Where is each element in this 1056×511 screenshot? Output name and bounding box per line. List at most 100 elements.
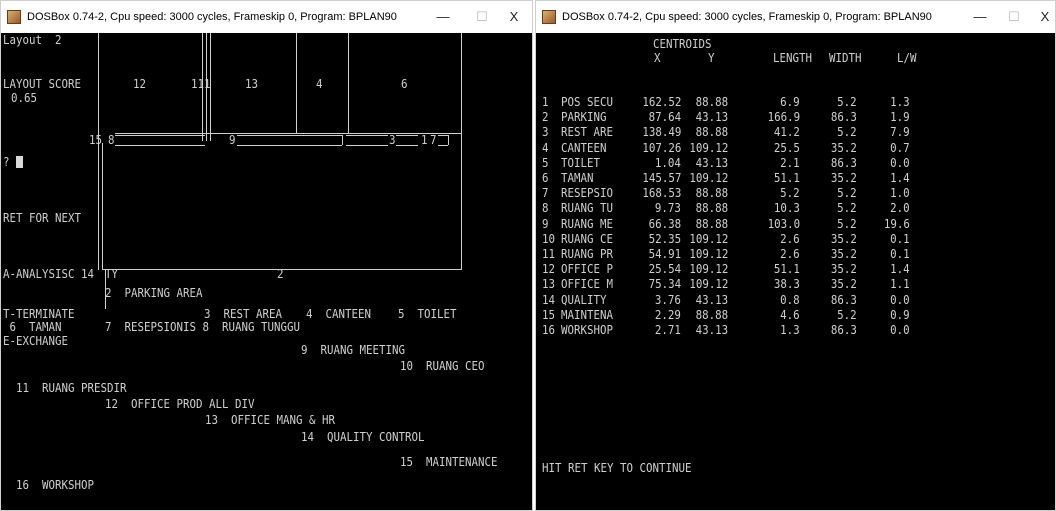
row-length: 10.3 [773,201,800,216]
row-y: 43.13 [695,110,728,125]
row-length: 25.5 [773,140,800,155]
minimize-button[interactable]: — [965,7,995,27]
maximize-button[interactable]: ☐ [999,7,1029,27]
row-lw: 19.6 [883,216,910,231]
row-lw: 1.4 [890,171,910,185]
legend-item-16: 16 WORKSHOP [16,478,95,492]
row-no: 8 [542,201,549,216]
row-lw: 0.1 [890,247,910,261]
title-bar[interactable]: DOSBox 0.74-2, Cpu speed: 3000 cycles, F… [1,1,532,33]
row-y: 43.13 [695,292,728,307]
legend-item-7-8: 7 RESEPSIONIS 8 RUANG TUNGGU [105,320,301,334]
row-length: 2.6 [780,231,800,246]
exchange-option: E-EXCHANGE [3,334,69,348]
row-name: OFFICE M [561,277,614,292]
input-prompt: ? [3,155,10,169]
row-no: 11 [542,247,556,261]
window-title: DOSBox 0.74-2, Cpu speed: 3000 cycles, F… [562,11,932,23]
row-width: 86.3 [830,110,857,125]
row-width: 35.2 [830,247,857,261]
strip-line-top-e [438,135,448,136]
table-row: 6 TAMAN 145.57 109.12 51.1 35.2 1.4 [536,171,1055,185]
row-x: 145.57 [641,171,681,185]
col-header-lw: L/W [897,51,917,65]
table-row: 13 OFFICE M 75.34 109.12 38.3 35.2 1.1 [536,277,1055,291]
row-width: 5.2 [837,125,857,140]
row-lw: 1.0 [890,186,910,201]
row-lw: 1.9 [890,110,910,125]
close-button[interactable]: X [499,7,529,27]
layout-label: Layout 2 [3,33,62,47]
table-row: 7 RESEPSIO 168.53 88.88 5.2 5.2 1.0 [536,186,1055,200]
row-width: 35.2 [830,231,857,246]
row-lw: 0.0 [890,323,910,337]
row-length: 51.1 [773,171,800,185]
strip-line-top-a [115,135,205,136]
row-width: 35.2 [830,171,857,185]
row-no: 15 [542,307,556,322]
dos-screen[interactable]: Layout 2 LAYOUT SCORE 0.65 12 111 13 4 6… [1,33,532,510]
row-y: 88.88 [695,201,728,216]
layout-left-border-inner [102,143,103,270]
title-bar[interactable]: DOSBox 0.74-2, Cpu speed: 3000 cycles, F… [536,1,1055,33]
row-length: 2.1 [780,155,800,170]
block-label-2: 2 [277,267,284,281]
row-no: 10 [542,231,556,246]
continue-prompt: HIT RET KEY TO CONTINUE [542,461,692,475]
row-x: 87.64 [648,110,681,125]
row-length: 4.6 [780,307,800,322]
close-button[interactable]: X [1030,7,1056,27]
row-no: 13 [542,277,556,292]
block-label-6: 6 [401,77,408,91]
text-cursor[interactable] [16,156,23,168]
row-name: RUANG CE [561,231,614,246]
legend-item-10: 10 RUANG CEO [400,359,485,373]
block-label-12: 12 [133,77,147,91]
dosbox-app-icon [7,10,21,24]
row-no: 12 [542,262,556,277]
row-y: 109.12 [688,247,728,261]
row-length: 1.3 [780,323,800,337]
maximize-button[interactable]: ☐ [467,7,497,27]
row-no: 2 [542,110,549,125]
row-lw: 2.0 [890,201,910,216]
strip-line-bottom-c [346,145,388,146]
row-name: RUANG ME [561,216,614,231]
layout-score-value: 0.65 [11,91,38,105]
row-y: 109.12 [688,140,728,155]
row-name: TOILET [561,155,601,170]
row-x: 1.04 [654,155,681,170]
taman-label: 6 TAMAN [3,320,62,334]
row-length: 6.9 [780,95,800,109]
row-length: 166.9 [767,110,800,125]
table-row: 4 CANTEEN 107.26 109.12 25.5 35.2 0.7 [536,141,1055,155]
dos-screen[interactable]: CENTROIDS X Y LENGTH WIDTH L/W 1 POS SECU… [536,33,1055,510]
table-row: 15 MAINTENA 2.29 88.88 4.6 5.2 0.9 [536,308,1055,322]
row-no: 14 [542,292,556,307]
row-x: 25.54 [648,262,681,277]
legend-item-11: 11 RUANG PRESDIR [16,381,127,395]
row-width: 35.2 [830,140,857,155]
legend-item-13: 13 OFFICE MANG & HR [205,413,336,427]
dosbox-window-left: DOSBox 0.74-2, Cpu speed: 3000 cycles, F… [0,0,533,511]
row-y: 88.88 [695,186,728,201]
row-name: QUALITY [561,292,607,307]
layout-left-border [98,33,99,270]
table-row: 8 RUANG TU 9.73 88.88 10.3 5.2 2.0 [536,201,1055,215]
row-y: 88.88 [695,216,728,231]
block-label-1: 1 [421,133,428,147]
row-name: MAINTENA [561,307,614,322]
legend-item-3: 3 REST AREA [204,307,283,321]
col-header-length: LENGTH [773,51,813,65]
dosbox-app-icon [542,10,556,24]
row-x: 66.38 [648,216,681,231]
block-divider-4-6 [348,33,349,133]
row-no: 7 [542,186,549,201]
row-no: 3 [542,125,549,140]
minimize-button[interactable]: — [428,7,458,27]
row-name: OFFICE P [561,262,614,277]
row-lw: 0.0 [890,155,910,170]
centroids-header: CENTROIDS [653,37,712,51]
row-lw: 1.1 [890,277,910,292]
row-length: 51.1 [773,262,800,277]
